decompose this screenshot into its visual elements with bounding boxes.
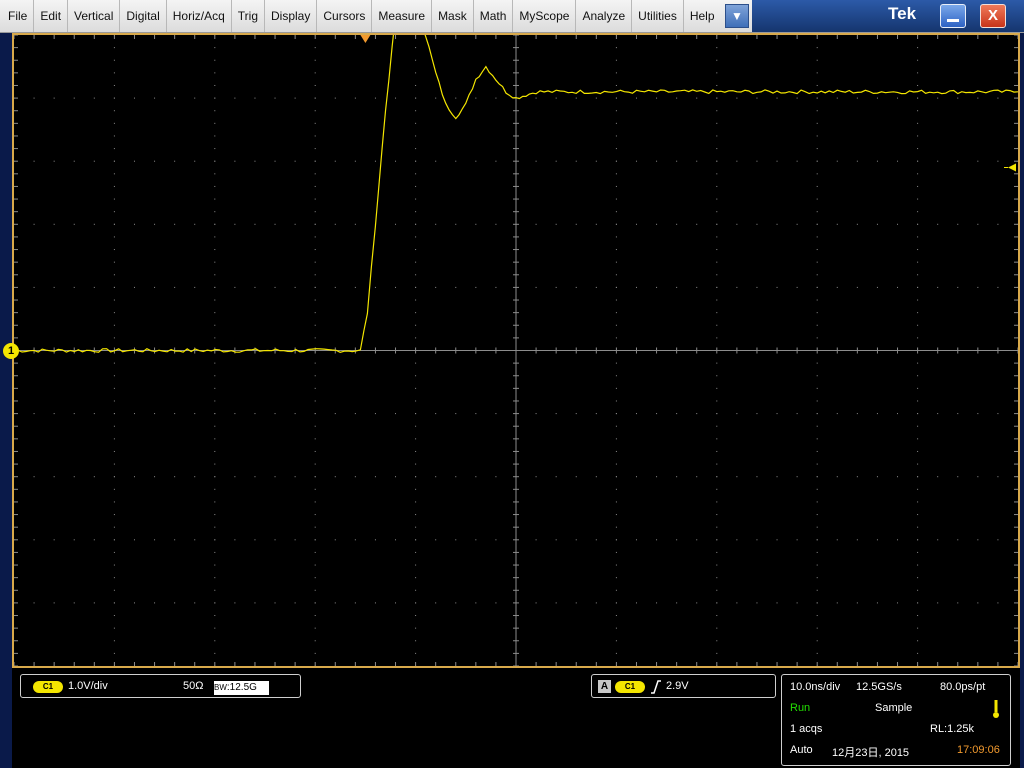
- date: 12月23日, 2015: [832, 747, 910, 759]
- menu-item-help[interactable]: Help: [684, 0, 721, 32]
- vertical-scale: 1.0V/div: [68, 680, 108, 692]
- bandwidth-value: :12.5G: [226, 682, 257, 693]
- menu-item-edit[interactable]: Edit: [34, 0, 69, 32]
- menu-item-utilities[interactable]: Utilities: [632, 0, 684, 32]
- bandwidth-readout: BW:12.5G: [214, 681, 269, 695]
- acquisition-mode: Sample: [875, 702, 913, 714]
- bandwidth-prefix: BW: [214, 683, 227, 692]
- acquisition-count: 1 acqs: [790, 723, 823, 735]
- resolution: 80.0ps/pt: [940, 681, 986, 693]
- c1-badge: C1: [33, 681, 63, 693]
- trigger-mode: Auto: [790, 744, 813, 756]
- trigger-type-a: A: [598, 680, 611, 693]
- menu-bar: File Edit Vertical Digital Horiz/Acq Trig Disp…: [0, 0, 1024, 33]
- chevron-down-icon: ▼: [731, 9, 743, 23]
- menu-item-measure[interactable]: Measure: [372, 0, 433, 32]
- menu-item-digital[interactable]: Digital: [120, 0, 167, 32]
- close-button[interactable]: X: [980, 4, 1006, 28]
- horizontal-scale: 10.0ns/div: [790, 681, 841, 693]
- menu-dropdown-button[interactable]: ▼: [725, 4, 749, 28]
- menu-item-analyze[interactable]: Analyze: [576, 0, 633, 32]
- menu-item-cursors[interactable]: Cursors: [317, 0, 373, 32]
- channel-readout[interactable]: C1 1.0V/div 50Ω BW:12.5G: [20, 674, 301, 698]
- readout-panel: C1 1.0V/div 50Ω BW:12.5G A C1 2.9V 10.0n…: [12, 668, 1020, 768]
- trigger-position-marker: [360, 35, 371, 43]
- channel-1-ground-marker[interactable]: 1: [3, 343, 19, 359]
- trigger-level-marker: [1008, 163, 1016, 172]
- minimize-icon: [947, 19, 959, 22]
- menu-item-myscope[interactable]: MyScope: [513, 0, 577, 32]
- rising-edge-icon: [651, 680, 661, 694]
- run-status: Run: [790, 702, 811, 714]
- menu-item-horiz-acq[interactable]: Horiz/Acq: [167, 0, 232, 32]
- waveform-plot: [14, 35, 1018, 666]
- menu-item-trig[interactable]: Trig: [232, 0, 265, 32]
- menu-item-file[interactable]: File: [2, 0, 35, 32]
- trigger-source-badge: C1: [615, 681, 645, 693]
- sample-rate: 12.5GS/s: [856, 681, 902, 693]
- record-length: RL:1.25k: [930, 723, 975, 735]
- trigger-level: 2.9V: [666, 680, 689, 692]
- time: 17:09:06: [957, 744, 1000, 756]
- tek-logo: Tek: [888, 4, 917, 23]
- menu-items: File Edit Vertical Digital Horiz/Acq Trig Disp…: [2, 0, 721, 32]
- trigger-readout[interactable]: A C1 2.9V: [591, 674, 776, 698]
- trigger-status-icon: [993, 700, 999, 718]
- menu-item-display[interactable]: Display: [265, 0, 318, 32]
- menu-item-math[interactable]: Math: [474, 0, 514, 32]
- minimize-button[interactable]: [940, 4, 966, 28]
- waveform-graticule[interactable]: [12, 33, 1020, 668]
- impedance: 50Ω: [183, 680, 204, 692]
- menu-item-mask[interactable]: Mask: [432, 0, 474, 32]
- acquisition-readout[interactable]: 10.0ns/div 12.5GS/s 80.0ps/pt Run Sample…: [781, 674, 1011, 766]
- menu-item-vertical[interactable]: Vertical: [68, 0, 121, 32]
